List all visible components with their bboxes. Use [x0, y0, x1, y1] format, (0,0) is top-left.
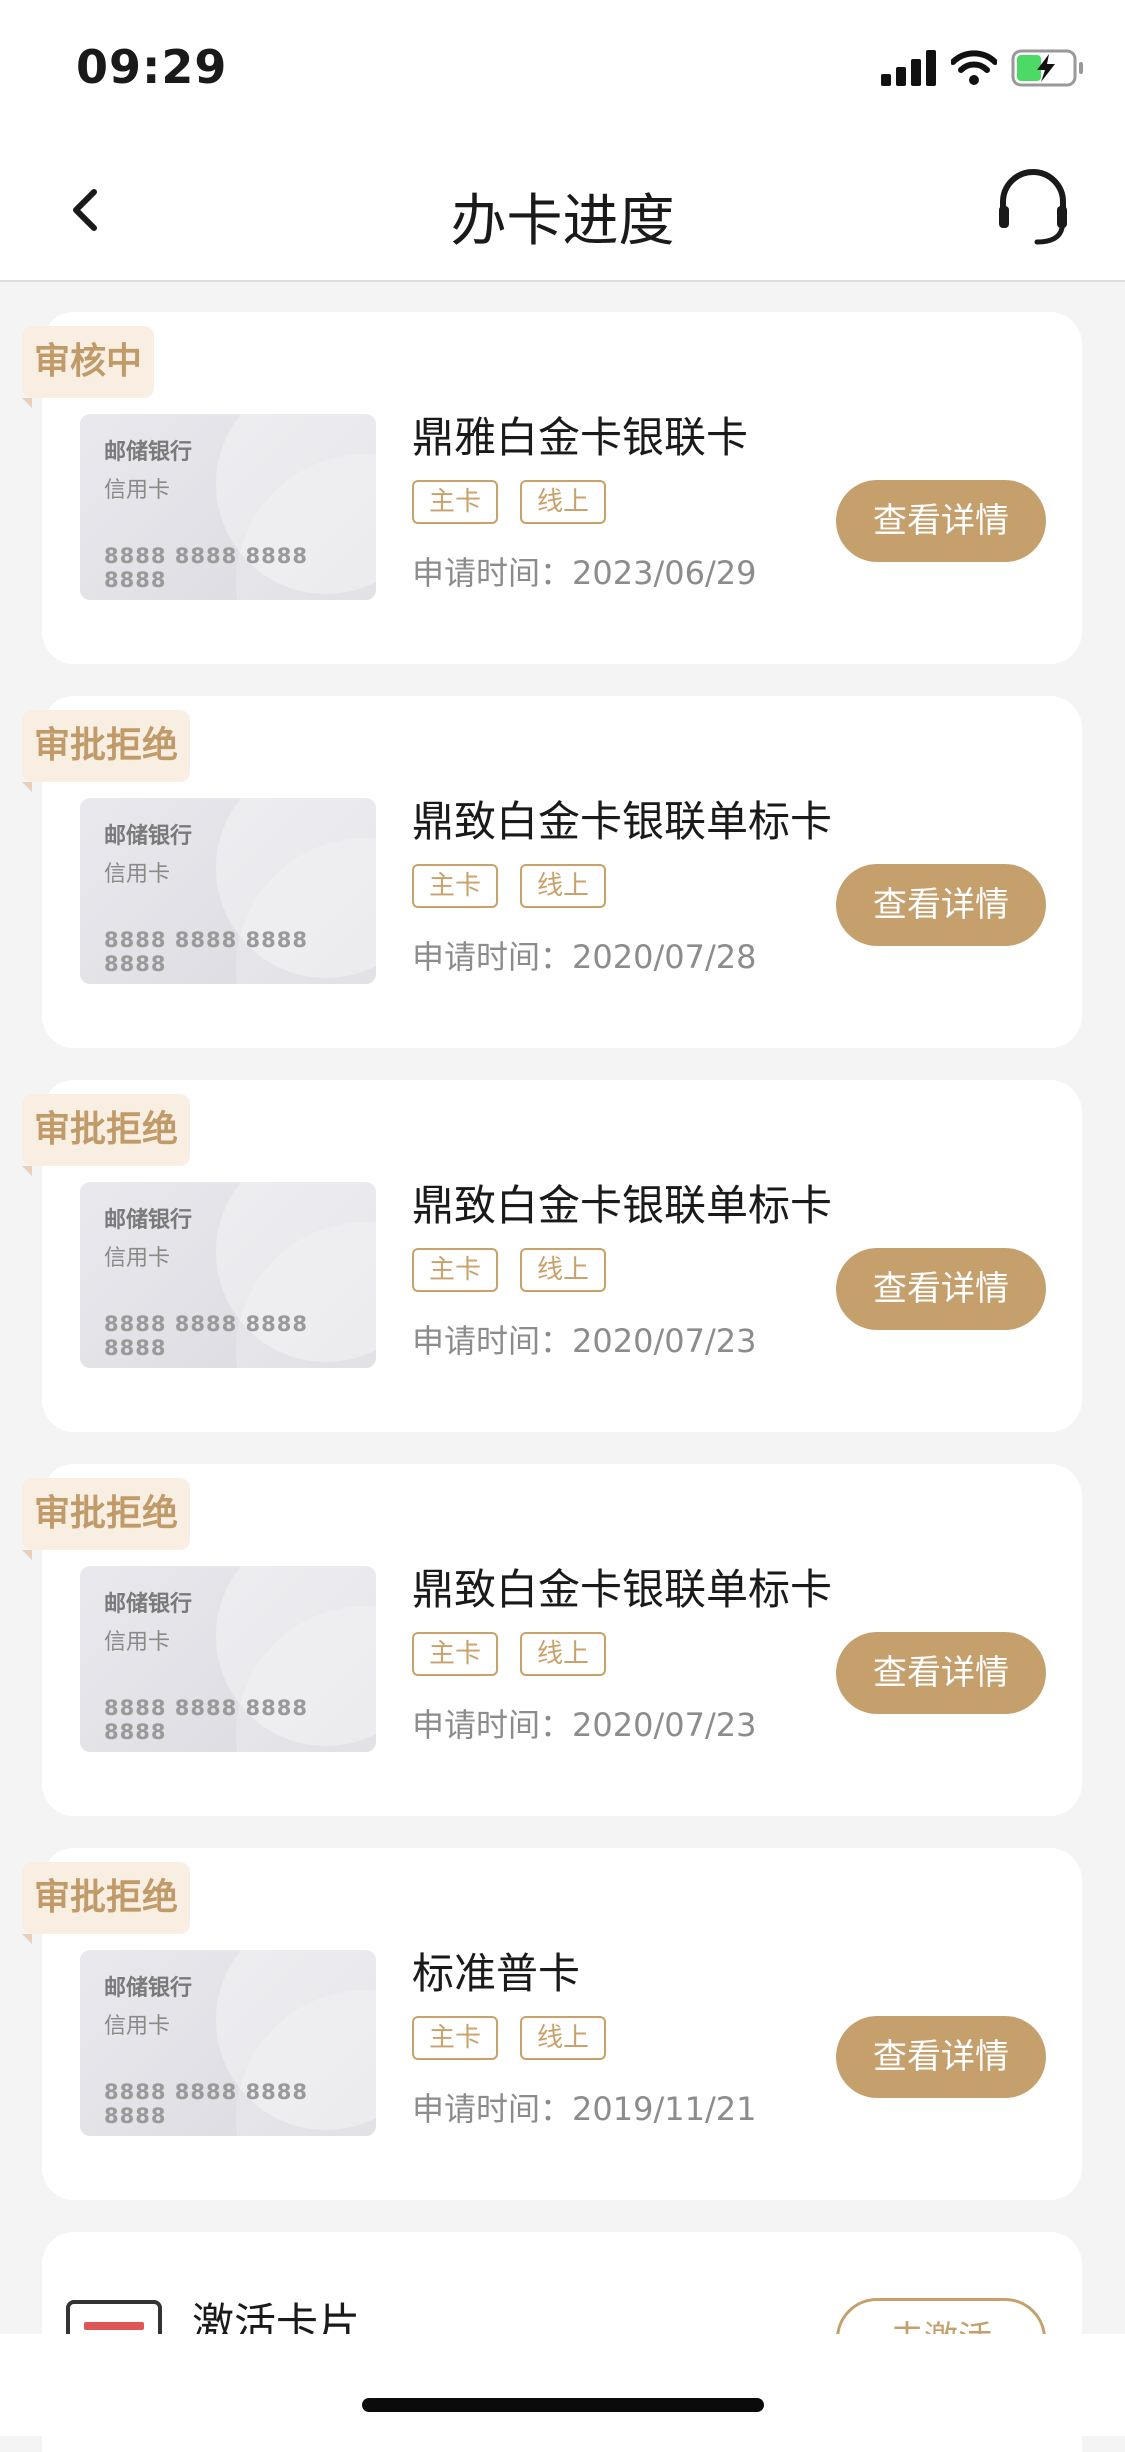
application-card: 审批拒绝 邮储银行 信用卡 8888 8888 8888 8888 鼎致白金卡银… [22, 696, 1082, 1048]
wifi-icon [951, 50, 997, 85]
card-name: 鼎雅白金卡银联卡 [412, 413, 749, 462]
card-number: 8888 8888 8888 8888 [104, 928, 308, 976]
status-badge: 审批拒绝 [22, 1862, 191, 1934]
status-icons [881, 48, 1085, 88]
home-indicator[interactable] [362, 2398, 764, 2412]
card-number: 8888 8888 8888 8888 [104, 1312, 308, 1360]
apply-date: 申请时间：2020/07/23 [412, 1706, 757, 1744]
tag-primary: 主卡 [412, 480, 498, 524]
view-details-button[interactable]: 查看详情 [836, 480, 1046, 562]
card-bank: 邮储银行 [104, 1592, 193, 1617]
tag-primary: 主卡 [412, 2016, 498, 2060]
tag-primary: 主卡 [412, 864, 498, 908]
card-image: 邮储银行 信用卡 8888 8888 8888 8888 [80, 798, 376, 984]
view-details-button[interactable]: 查看详情 [836, 864, 1046, 946]
card-type: 信用卡 [104, 2014, 171, 2039]
card-name: 鼎致白金卡银联单标卡 [412, 797, 833, 846]
status-time: 09:29 [76, 40, 228, 94]
status-badge: 审批拒绝 [22, 1478, 191, 1550]
headset-icon[interactable] [993, 168, 1073, 248]
apply-date: 申请时间：2020/07/28 [412, 938, 757, 976]
card-image: 邮储银行 信用卡 8888 8888 8888 8888 [80, 1950, 376, 2136]
apply-date: 申请时间：2020/07/23 [412, 1322, 757, 1360]
tag-primary: 主卡 [412, 1248, 498, 1292]
card-image: 邮储银行 信用卡 8888 8888 8888 8888 [80, 1182, 376, 1368]
card-name: 鼎致白金卡银联单标卡 [412, 1181, 833, 1230]
tag-primary: 主卡 [412, 1632, 498, 1676]
card-type: 信用卡 [104, 1630, 171, 1655]
card-number: 8888 8888 8888 8888 [104, 1696, 308, 1744]
card-bank: 邮储银行 [104, 1208, 193, 1233]
card-image: 邮储银行 信用卡 8888 8888 8888 8888 [80, 414, 376, 600]
bottom-safe-area [0, 2334, 1125, 2436]
application-card: 审批拒绝 邮储银行 信用卡 8888 8888 8888 8888 鼎致白金卡银… [22, 1464, 1082, 1816]
view-details-button[interactable]: 查看详情 [836, 1632, 1046, 1714]
tag-online: 线上 [520, 864, 606, 908]
application-card: 审批拒绝 邮储银行 信用卡 8888 8888 8888 8888 标准普卡 主… [22, 1848, 1082, 2200]
card-number: 8888 8888 8888 8888 [104, 2080, 308, 2128]
view-details-button[interactable]: 查看详情 [836, 1248, 1046, 1330]
tag-online: 线上 [520, 2016, 606, 2060]
card-bank: 邮储银行 [104, 824, 193, 849]
card-type: 信用卡 [104, 478, 171, 503]
apply-date: 申请时间：2019/11/21 [412, 2090, 757, 2128]
status-badge: 审批拒绝 [22, 1094, 191, 1166]
status-badge: 审核中 [22, 326, 155, 398]
card-name: 标准普卡 [412, 1949, 581, 1998]
application-card: 审批拒绝 邮储银行 信用卡 8888 8888 8888 8888 鼎致白金卡银… [22, 1080, 1082, 1432]
card-number: 8888 8888 8888 8888 [104, 544, 308, 592]
view-details-button[interactable]: 查看详情 [836, 2016, 1046, 2098]
navigation-bar: 办卡进度 [0, 140, 1125, 282]
page-title: 办卡进度 [450, 189, 675, 254]
card-bank: 邮储银行 [104, 440, 193, 465]
card-bank: 邮储银行 [104, 1976, 193, 2001]
battery-charging-icon [1011, 49, 1083, 87]
apply-date: 申请时间：2023/06/29 [412, 554, 757, 592]
status-badge: 审批拒绝 [22, 710, 191, 782]
application-card: 审核中 邮储银行 信用卡 8888 8888 8888 8888 鼎雅白金卡银联… [22, 312, 1082, 664]
signal-icon [881, 50, 936, 86]
tag-online: 线上 [520, 1632, 606, 1676]
status-bar: 09:29 [0, 0, 1125, 140]
card-type: 信用卡 [104, 862, 171, 887]
card-type: 信用卡 [104, 1246, 171, 1271]
tag-online: 线上 [520, 480, 606, 524]
tag-online: 线上 [520, 1248, 606, 1292]
card-name: 鼎致白金卡银联单标卡 [412, 1565, 833, 1614]
card-image: 邮储银行 信用卡 8888 8888 8888 8888 [80, 1566, 376, 1752]
